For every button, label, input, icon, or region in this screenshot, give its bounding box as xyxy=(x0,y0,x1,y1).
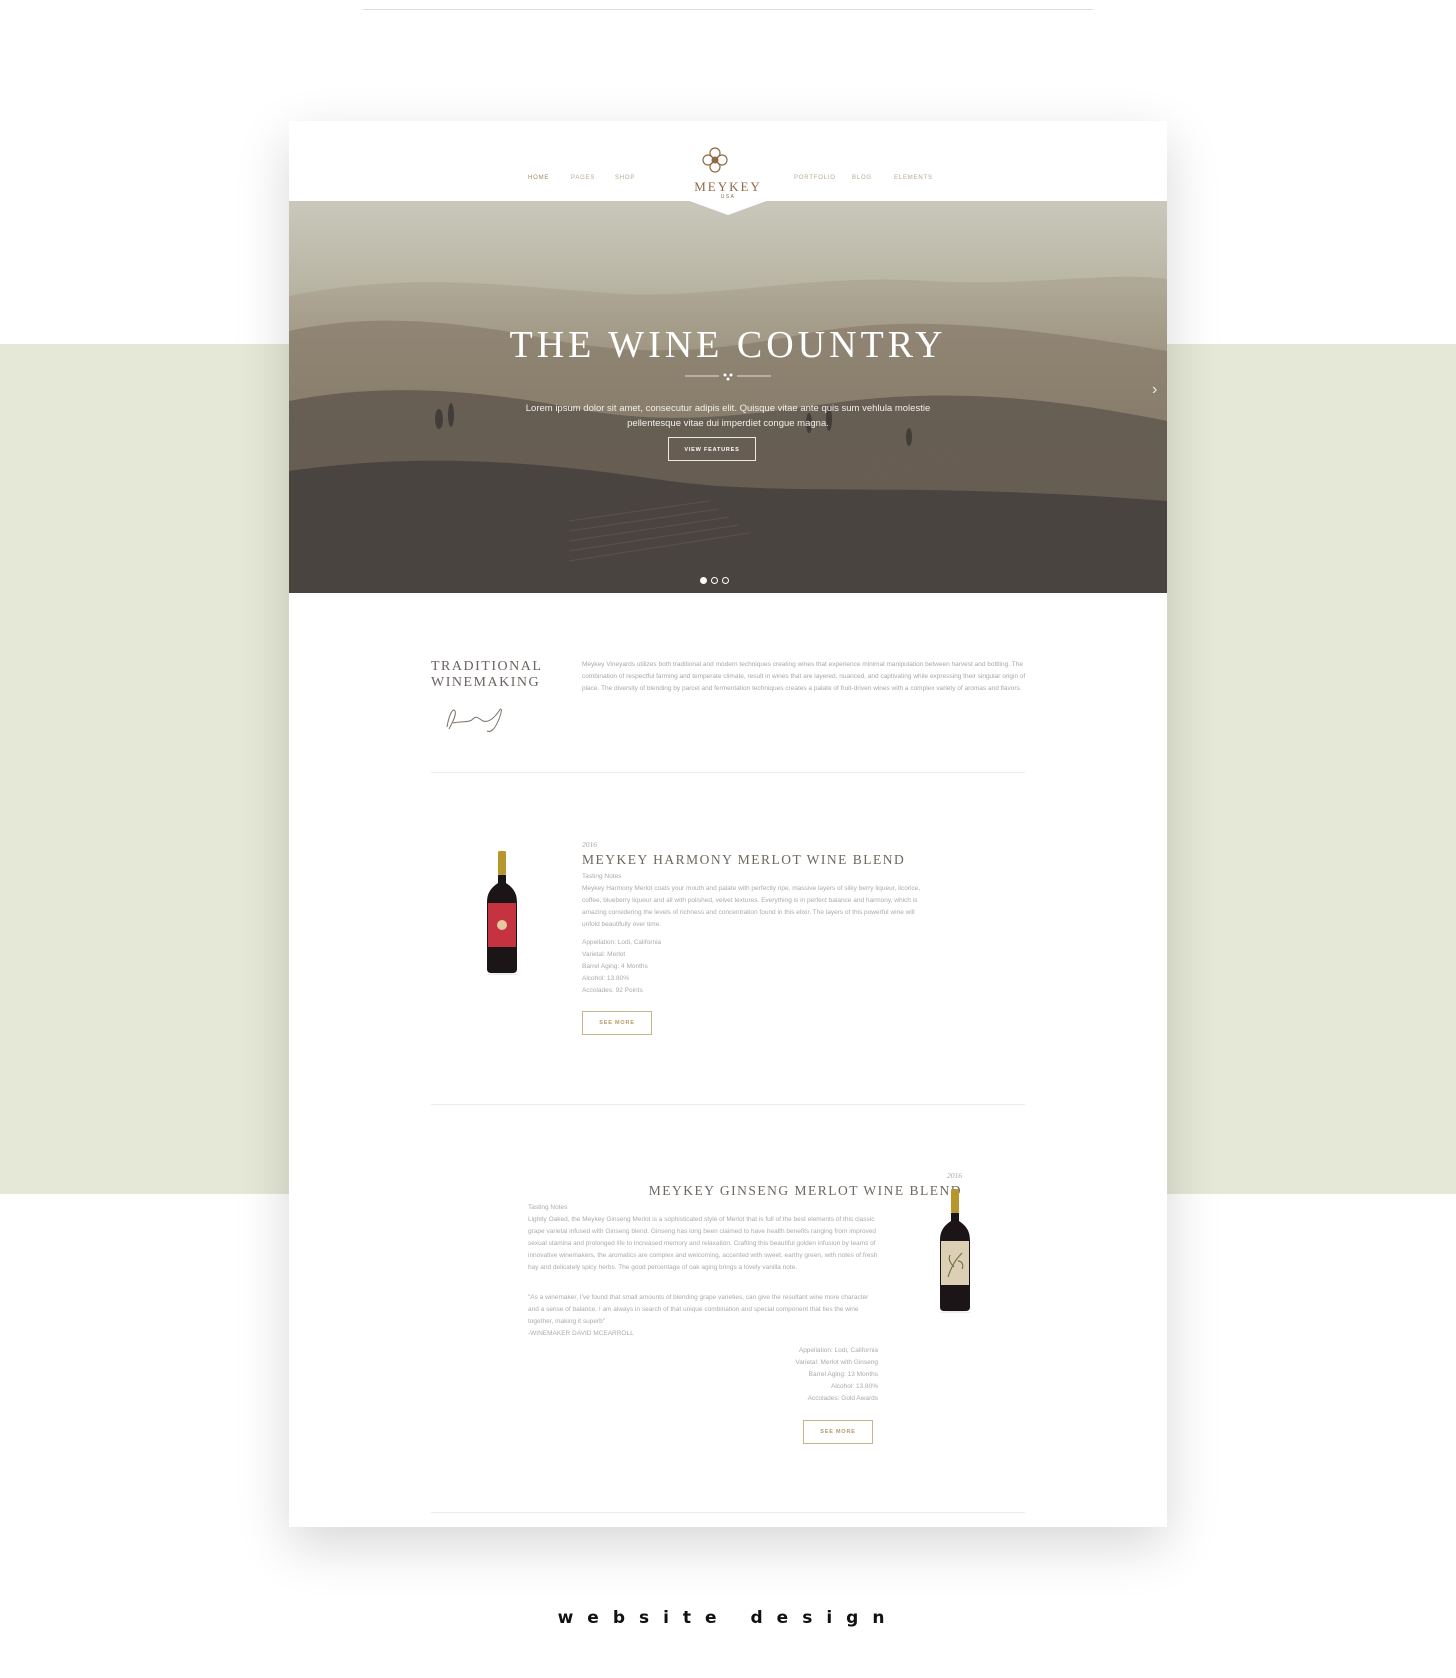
merlot-bottle-image xyxy=(486,851,518,975)
tasting-notes-text: Meykey Harmony Merlot coats your mouth a… xyxy=(582,885,921,928)
flower-logo-icon[interactable] xyxy=(700,145,730,175)
tasting-notes-label: Tasting Notes xyxy=(582,873,622,880)
section-divider xyxy=(431,772,1025,773)
nav-elements[interactable]: ELEMENTS xyxy=(894,175,933,181)
chevron-right-icon[interactable]: › xyxy=(1152,381,1157,399)
nav-portfolio[interactable]: PORTFOLIO xyxy=(794,175,836,181)
nav-pages[interactable]: PAGES xyxy=(571,175,595,181)
nav-shop[interactable]: SHOP xyxy=(615,175,635,181)
product-specs: Appellation: Lodi, California Varietal: … xyxy=(678,1345,878,1405)
hero-title: THE WINE COUNTRY xyxy=(509,324,947,366)
spec-barrel-aging: Barrel Aging: 4 Months xyxy=(582,963,648,970)
tasting-notes-label: Tasting Notes xyxy=(528,1204,568,1211)
spec-accolades: Accolades: 92 Points xyxy=(582,987,643,994)
section-divider xyxy=(431,1512,1025,1513)
section-divider xyxy=(431,1104,1025,1105)
spec-barrel-aging: Barrel Aging: 13 Months xyxy=(808,1371,878,1378)
spec-varietal: Varietal: Merlot with Ginseng xyxy=(795,1359,878,1366)
slider-dot[interactable] xyxy=(711,577,718,584)
spec-alcohol: Alcohol: 13.80% xyxy=(582,975,629,982)
spec-appellation: Appellation: Lodi, California xyxy=(582,939,662,946)
logo-subtitle: USA xyxy=(720,194,736,200)
spec-appellation: Appellation: Lodi, California xyxy=(798,1347,878,1354)
vineyard-landscape-image xyxy=(289,276,1167,593)
slider-dot[interactable] xyxy=(722,577,729,584)
hero-text: Lorem ipsum dolor sit amet, consecutur a… xyxy=(525,402,931,429)
product-title: MEYKEY HARMONY MERLOT WINE BLEND xyxy=(582,852,906,867)
product-title: MEYKEY GINSENG MERLOT WINE BLEND xyxy=(648,1183,962,1198)
ginseng-merlot-bottle-image xyxy=(939,1189,971,1313)
view-features-button[interactable]: VIEW FEATURES xyxy=(668,437,756,461)
intro-heading: TRADITIONAL WINEMAKING xyxy=(431,659,542,690)
spec-accolades: Accolades: Gold Awards xyxy=(807,1395,878,1402)
signature-image xyxy=(446,708,502,732)
website-mockup: HOME PAGES SHOP PORTFOLIO BLOG ELEMENTS xyxy=(289,121,1167,1527)
tasting-notes-text: Lightly Oaked, the Meykey Ginseng Merlot… xyxy=(528,1216,878,1271)
spec-varietal: Varietal: Merlot xyxy=(582,951,626,958)
product-specs: Appellation: Lodi, California Varietal: … xyxy=(582,937,782,997)
nav-home[interactable]: HOME xyxy=(528,175,549,181)
see-more-button[interactable]: SEE MORE xyxy=(582,1011,652,1035)
page-caption: website design xyxy=(557,1608,899,1628)
hero-divider-ornament xyxy=(685,373,771,381)
slider-dots xyxy=(700,571,733,589)
hero-slider: THE WINE COUNTRY Lorem ipsum dolor sit a… xyxy=(289,201,1167,593)
product-year: 2016 xyxy=(947,1171,962,1180)
product-year: 2016 xyxy=(582,840,597,849)
nav-blog[interactable]: BLOG xyxy=(852,175,872,181)
bottle-label xyxy=(941,1241,969,1285)
see-more-button[interactable]: SEE MORE xyxy=(803,1420,873,1444)
winemaker-quote: "As a winemaker, I've found that small a… xyxy=(528,1294,869,1325)
slider-dot[interactable] xyxy=(700,577,707,584)
spec-alcohol: Alcohol: 13.80% xyxy=(831,1383,878,1390)
intro-body: Meykey Vineyards utilizes both tradition… xyxy=(582,661,1026,692)
top-divider xyxy=(363,9,1093,10)
logo-name[interactable]: MEYKEY xyxy=(669,179,787,195)
quote-author: -WINEMAKER DAVID MCEARROLL xyxy=(528,1330,634,1337)
